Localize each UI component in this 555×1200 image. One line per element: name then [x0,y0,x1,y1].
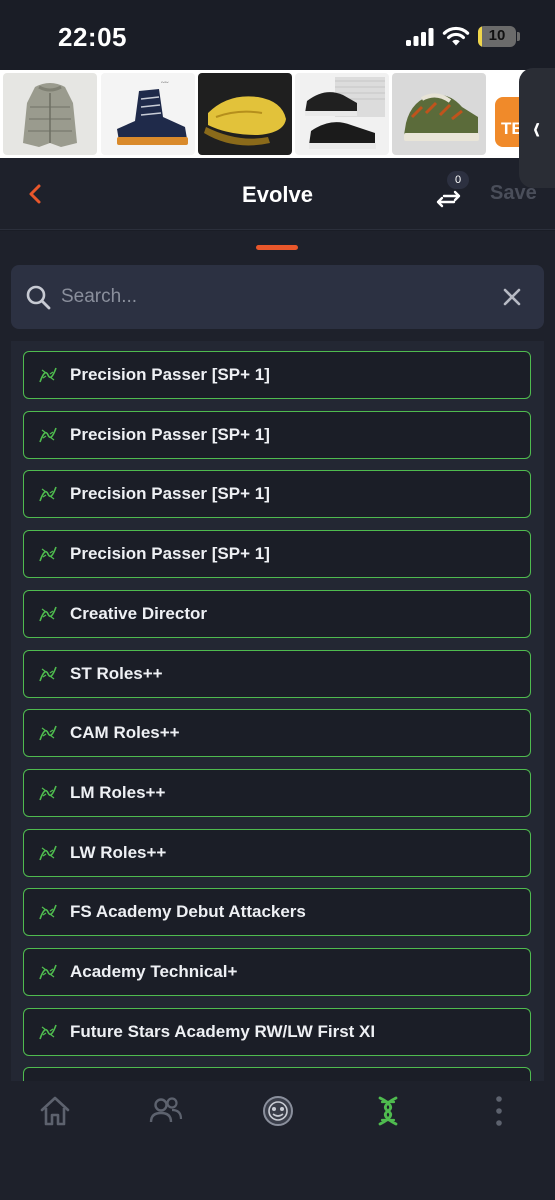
search-icon [26,285,51,310]
search-input[interactable] [61,265,481,329]
bottom-navigation [0,1081,555,1200]
evolution-item-label: LM Roles++ [70,782,166,802]
evolution-item[interactable]: FS Academy Debut Attackers [23,888,531,937]
evolution-item-label: ST Roles++ [70,663,163,683]
evolve-sheet: Precision Passer [SP+ 1] Precision Passer… [0,231,555,1081]
sheet-grabber[interactable] [256,245,298,250]
puffer-jacket-ad[interactable] [3,73,97,155]
dna-icon [378,1096,398,1126]
evolution-list: Precision Passer [SP+ 1] Precision Passer… [11,341,544,1081]
evolution-item[interactable]: Academy Technical+ [23,948,531,996]
dna-icon [39,725,57,741]
nav-home[interactable] [35,1091,75,1131]
compare-count-badge: 0 [447,171,469,189]
dna-icon [39,427,57,442]
club-badge-icon [263,1096,293,1126]
ad-banner[interactable]: ~~ TE [0,70,555,158]
page-title: Evolve [242,182,313,207]
evolution-item-label: Future Stars Academy RW/LW First XI [70,1021,376,1041]
evolution-item[interactable]: Future Stars Academy RW/LW First XI [23,1007,531,1056]
clear-search-icon[interactable] [502,287,522,307]
evolution-item-label: Precision Passer [SP+ 1] [70,365,270,384]
evolution-item[interactable]: LM Roles++ [23,768,531,817]
evolution-item[interactable]: Creative Director [23,589,531,638]
page-header: Evolve Save [0,158,555,230]
status-time: 22:05 [58,22,127,52]
evolution-item-label: Precision Passer [SP+ 1] [70,484,270,504]
dna-icon [39,785,57,801]
more-vertical-icon [496,1096,502,1126]
dna-icon [39,666,57,681]
evolution-item[interactable]: ST Roles++ [23,649,531,698]
evolution-item-label: Precision Passer [SP+ 1] [70,424,270,444]
ad-collapse-handle[interactable]: ‹ [519,68,555,188]
evolution-item[interactable]: CAM Roles++ [23,709,531,758]
evolution-item-label: Creative Director [70,603,208,623]
evolution-item-label: Precision Passer [SP+ 1] [70,544,270,564]
evolution-item[interactable]: LW Roles++ [23,828,531,877]
evolution-item-label: LW Roles++ [70,842,167,862]
cellular-signal-icon [406,28,434,46]
evolution-item-label: CAM Roles++ [70,723,180,743]
nav-squad[interactable] [146,1091,186,1131]
patterned-sneaker-ad[interactable] [392,73,486,155]
evolution-item[interactable]: Precision Passer [SP+ 1] [23,351,531,399]
dna-icon [39,1024,57,1039]
search-bar [11,265,544,329]
dna-icon [39,546,57,562]
nav-more[interactable] [479,1091,519,1131]
status-bar: 22:05 10 [0,0,555,70]
black-sneaker-ad[interactable] [295,73,389,155]
battery-level: 10 [488,27,506,44]
dna-icon [39,845,57,860]
dna-icon [39,905,57,920]
nav-club[interactable] [258,1091,298,1131]
dna-icon [39,606,57,622]
evolution-item[interactable] [23,1067,531,1081]
dna-icon [39,367,57,383]
svg-text:~~: ~~ [161,79,169,87]
wifi-icon [442,26,470,46]
battery-indicator: 10 [478,26,516,47]
home-icon [40,1096,70,1126]
evolution-item[interactable]: Precision Passer [SP+ 1] [23,410,531,459]
dna-icon [39,964,57,980]
battery-tip [517,32,520,41]
dna-icon [39,487,57,502]
evolution-item-label: FS Academy Debut Attackers [70,902,306,922]
yellow-loafer-ad[interactable] [198,73,292,155]
evolution-item-label: Academy Technical+ [70,962,238,981]
evolution-item[interactable]: Precision Passer [SP+ 1] [23,470,531,519]
evolution-item[interactable]: Precision Passer [SP+ 1] [23,530,531,579]
navy-boot-ad[interactable]: ~~ [101,73,195,155]
users-icon [149,1097,183,1123]
nav-evolve[interactable] [368,1091,408,1131]
chevron-left-icon: ‹ [533,108,541,147]
